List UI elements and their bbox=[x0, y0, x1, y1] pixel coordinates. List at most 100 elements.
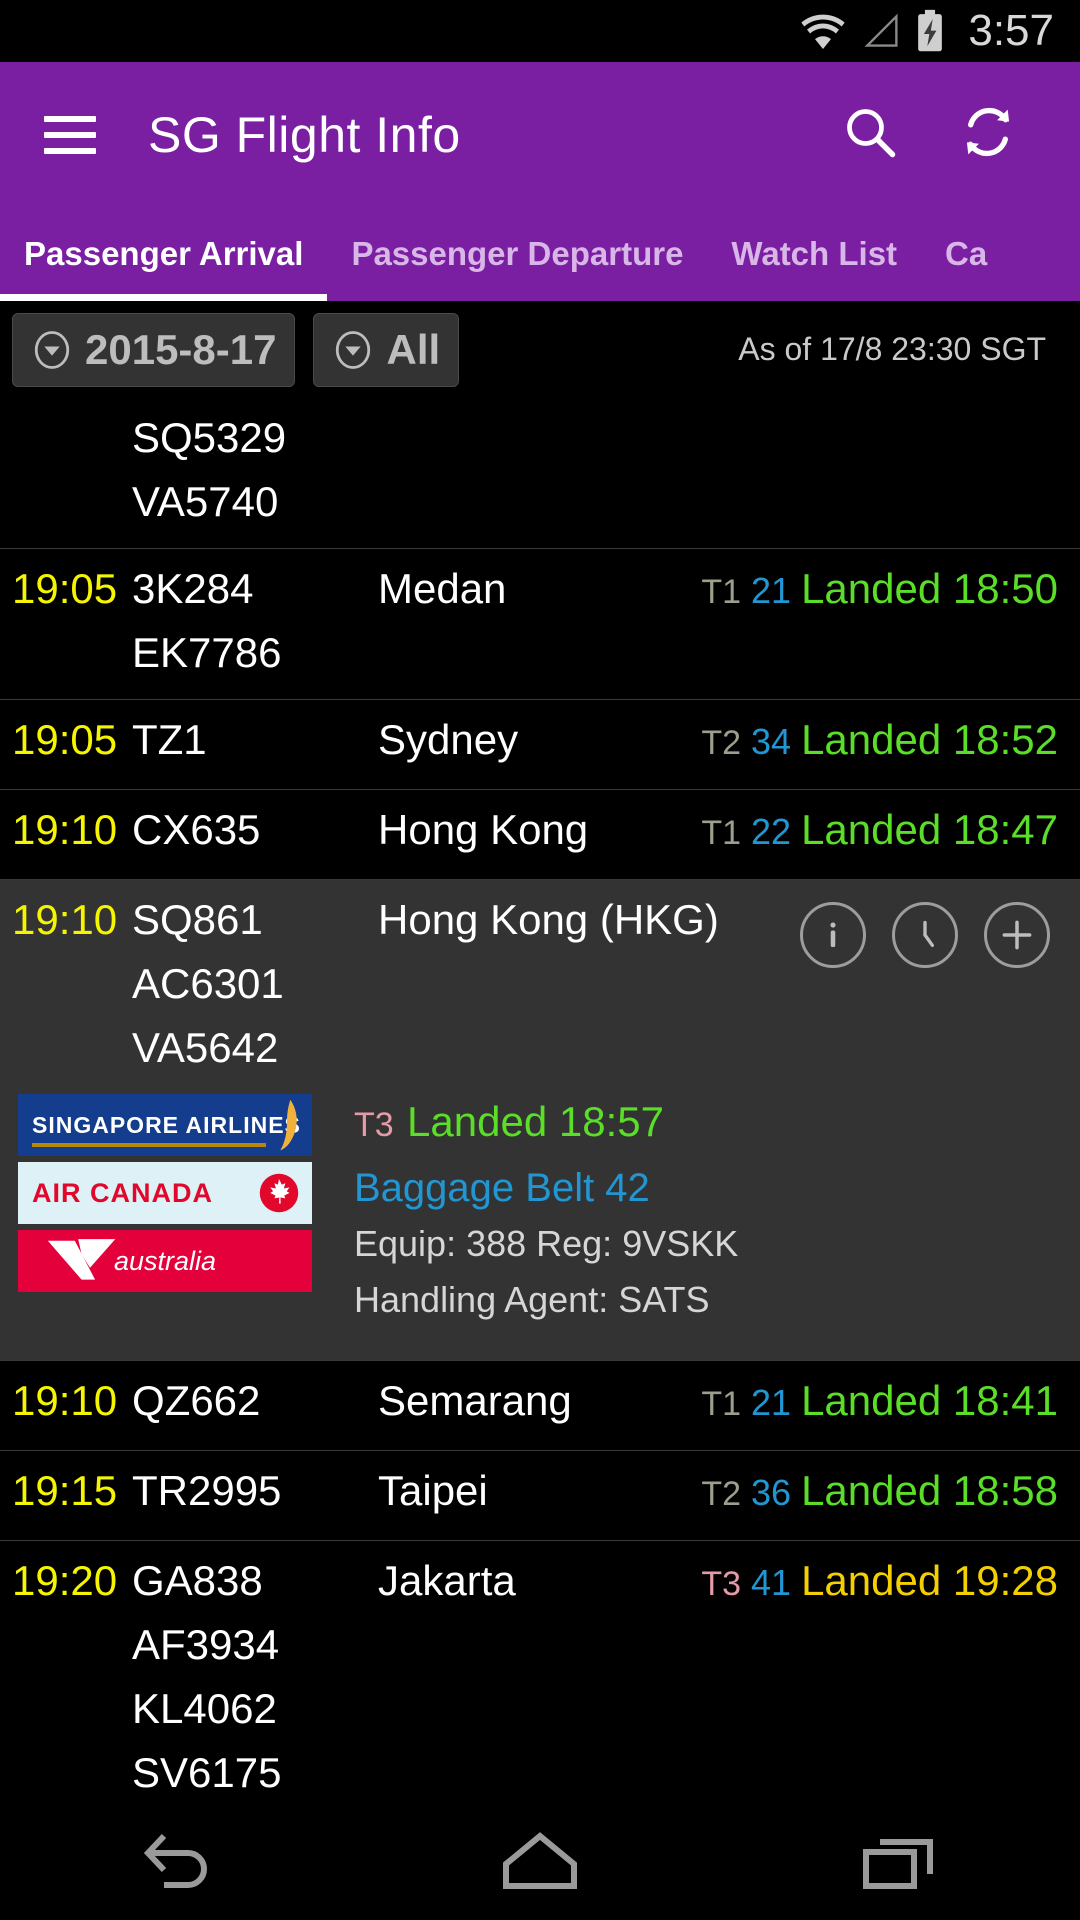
table-row[interactable]: 19:10 CX635 Hong Kong T1 22 Landed 18:47 bbox=[0, 790, 1080, 880]
airline-logo-text: SINGAPORE AIRLINES bbox=[32, 1111, 301, 1138]
terminal-filter-chip[interactable]: All bbox=[313, 312, 460, 387]
flight-detail-panel: SINGAPORE AIRLINES AIR CANADA australia … bbox=[0, 1080, 1080, 1346]
chevron-down-circle-icon bbox=[31, 329, 73, 371]
table-row[interactable]: 19:10 QZ662 Semarang T1 21 Landed 18:41 bbox=[0, 1361, 1080, 1451]
belt-label: 34 bbox=[751, 721, 792, 762]
handling-agent-text: Handling Agent: SATS bbox=[354, 1279, 710, 1320]
table-row[interactable]: 19:15 TR2995 Taipei T2 36 Landed 18:58 bbox=[0, 1451, 1080, 1541]
clock-icon[interactable] bbox=[892, 902, 958, 968]
flight-status: T2 36 Landed 18:58 bbox=[701, 1459, 1080, 1526]
flight-number: QZ662 bbox=[132, 1377, 261, 1424]
filter-bar: 2015-8-17 All As of 17/8 23:30 SGT bbox=[0, 301, 1080, 398]
belt-label: 41 bbox=[751, 1562, 792, 1603]
flight-number: SV6175 bbox=[132, 1749, 282, 1796]
tab-label: Watch List bbox=[731, 235, 898, 272]
flight-number: SQ861 bbox=[132, 896, 263, 943]
home-icon[interactable] bbox=[460, 1802, 620, 1920]
flight-numbers: CX635 bbox=[132, 798, 322, 862]
flight-origin: Medan bbox=[378, 565, 507, 612]
status-text: Landed 18:47 bbox=[801, 806, 1058, 853]
flight-status: T1 22 Landed 18:47 bbox=[701, 798, 1080, 865]
flight-numbers: 3K284 EK7786 bbox=[132, 557, 322, 685]
terminal-label: T1 bbox=[701, 573, 742, 611]
tab-passenger-arrival[interactable]: Passenger Arrival bbox=[0, 207, 328, 301]
table-row[interactable]: 19:20 GA838 AF3934 KL4062 SV6175 Jakarta… bbox=[0, 1541, 1080, 1820]
tab-bar: Passenger Arrival Passenger Departure Wa… bbox=[0, 207, 1080, 301]
status-text: Landed 18:52 bbox=[801, 716, 1058, 763]
status-text: Landed 18:41 bbox=[801, 1377, 1058, 1424]
flight-number: 3K284 bbox=[132, 565, 254, 612]
terminal-label: T2 bbox=[701, 724, 742, 762]
flight-list[interactable]: SQ5329 VA5740 19:05 3K284 EK7786 Medan T… bbox=[0, 398, 1080, 1920]
va-wing-mark bbox=[44, 1234, 136, 1292]
tab-label: Ca bbox=[945, 235, 988, 272]
status-bar: 3:57 bbox=[0, 0, 1080, 62]
hamburger-menu-icon[interactable] bbox=[44, 115, 96, 154]
flight-number: VA5740 bbox=[132, 478, 279, 525]
flight-time: 19:10 bbox=[12, 896, 118, 943]
flight-time: 19:10 bbox=[12, 1377, 118, 1424]
back-arrow-icon[interactable] bbox=[100, 1802, 260, 1920]
detail-status-line: T3 Landed 18:57 bbox=[354, 1094, 1080, 1160]
status-text: Landed 18:58 bbox=[801, 1467, 1058, 1514]
chevron-down-circle-icon bbox=[332, 329, 374, 371]
terminal-label: T1 bbox=[701, 1385, 742, 1423]
flight-time: 19:05 bbox=[12, 565, 118, 612]
tab-label: Passenger Departure bbox=[351, 235, 684, 272]
flight-number: AC6301 bbox=[132, 960, 284, 1007]
flight-numbers: GA838 AF3934 KL4062 SV6175 bbox=[132, 1549, 322, 1805]
recent-apps-icon[interactable] bbox=[820, 1802, 980, 1920]
flight-number: CX635 bbox=[132, 806, 261, 853]
terminal-filter-value: All bbox=[386, 325, 441, 373]
as-of-timestamp: As of 17/8 23:30 SGT bbox=[738, 331, 1046, 367]
belt-label: 36 bbox=[751, 1472, 792, 1513]
flight-status: T2 34 Landed 18:52 bbox=[701, 708, 1080, 775]
search-icon[interactable] bbox=[840, 102, 900, 167]
flight-origin: Jakarta bbox=[378, 1557, 516, 1604]
flight-numbers: TZ1 bbox=[132, 708, 322, 772]
wifi-icon bbox=[800, 12, 846, 50]
flight-origin: Sydney bbox=[378, 716, 519, 763]
terminal-label: T2 bbox=[701, 1475, 742, 1513]
belt-label: 21 bbox=[751, 1382, 792, 1423]
refresh-icon[interactable] bbox=[956, 100, 1020, 169]
page-title: SG Flight Info bbox=[148, 106, 461, 163]
airline-logo-list: SINGAPORE AIRLINES AIR CANADA australia bbox=[0, 1094, 312, 1328]
status-bar-clock: 3:57 bbox=[968, 6, 1054, 55]
flight-number: EK7786 bbox=[132, 629, 282, 676]
flight-status: T1 21 Landed 18:41 bbox=[701, 1369, 1080, 1436]
plus-icon[interactable] bbox=[984, 902, 1050, 968]
flight-numbers: SQ861 AC6301 VA5642 bbox=[132, 888, 322, 1080]
flight-origin: Hong Kong bbox=[378, 806, 589, 853]
info-icon[interactable] bbox=[800, 902, 866, 968]
table-row[interactable]: 19:05 3K284 EK7786 Medan T1 21 Landed 18… bbox=[0, 549, 1080, 700]
flight-number: GA838 bbox=[132, 1557, 263, 1604]
cell-signal-icon bbox=[860, 12, 900, 50]
baggage-belt-text: Baggage Belt 42 bbox=[354, 1166, 650, 1210]
belt-label: 21 bbox=[751, 570, 792, 611]
airline-logo-text: AIR CANADA bbox=[32, 1177, 213, 1208]
flight-origin: Taipei bbox=[378, 1467, 488, 1514]
tab-watch-list[interactable]: Watch List bbox=[707, 207, 921, 301]
flight-time: 19:15 bbox=[12, 1467, 118, 1514]
flight-time: 19:20 bbox=[12, 1557, 118, 1604]
virgin-australia-logo: australia bbox=[18, 1230, 312, 1292]
tab-passenger-departure[interactable]: Passenger Departure bbox=[327, 207, 707, 301]
date-filter-chip[interactable]: 2015-8-17 bbox=[12, 312, 296, 387]
flight-time: 19:05 bbox=[12, 716, 118, 763]
flight-number: KL4062 bbox=[132, 1685, 277, 1732]
logo-underline bbox=[32, 1143, 266, 1147]
tab-ca[interactable]: Ca bbox=[921, 207, 1011, 301]
row-action-buttons bbox=[800, 902, 1050, 968]
equipment-registration-text: Equip: 388 Reg: 9VSKK bbox=[354, 1223, 739, 1264]
flight-status: T3 41 Landed 19:28 bbox=[701, 1549, 1080, 1616]
ac-maple-mark bbox=[258, 1172, 300, 1219]
table-row[interactable]: 19:05 TZ1 Sydney T2 34 Landed 18:52 bbox=[0, 700, 1080, 790]
flight-detail-info: T3 Landed 18:57 Baggage Belt 42 Equip: 3… bbox=[312, 1094, 1080, 1328]
table-row-expanded[interactable]: 19:10 SQ861 AC6301 VA5642 Hong Kong (HKG… bbox=[0, 880, 1080, 1361]
flight-number: SQ5329 bbox=[132, 414, 287, 461]
flight-numbers: TR2995 bbox=[132, 1459, 322, 1523]
table-row[interactable]: SQ5329 VA5740 bbox=[0, 398, 1080, 549]
terminal-label: T3 bbox=[354, 1106, 394, 1144]
flight-number: AF3934 bbox=[132, 1621, 280, 1668]
